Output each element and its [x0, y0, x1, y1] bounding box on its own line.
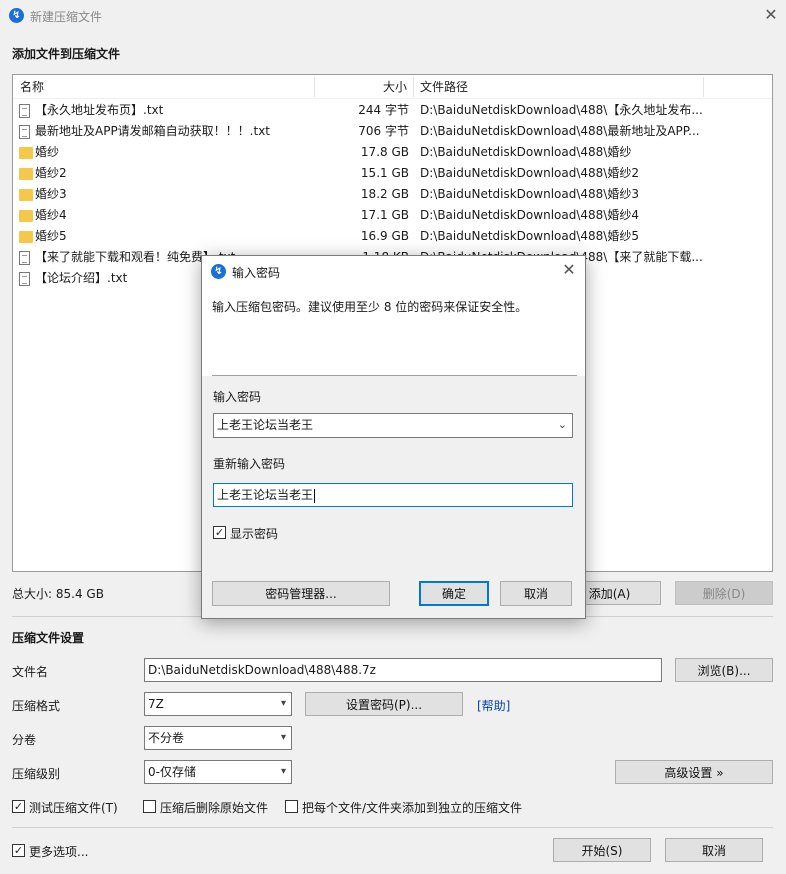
file-path: D:\BaiduNetdiskDownload\488\最新地址及APP... — [420, 124, 700, 138]
file-name: 【永久地址发布页】.txt — [35, 103, 164, 117]
format-select[interactable]: 7Z ▾ — [144, 692, 292, 716]
file-list-row[interactable]: 婚纱4 17.1 GB D:\BaiduNetdiskDownload\488\婚纱… — [13, 205, 772, 226]
confirm-password-label: 重新输入密码 — [213, 457, 286, 471]
file-icon — [19, 251, 30, 265]
file-name: 婚纱4 — [35, 208, 67, 222]
delete-after-checkbox[interactable] — [143, 800, 156, 813]
help-link[interactable]: [帮助] — [477, 697, 510, 714]
col-header-path[interactable]: 文件路径 — [420, 75, 468, 99]
dialog-cancel-button[interactable]: 取消 — [500, 581, 572, 606]
title-bar: ↯ 新建压缩文件 ✕ — [0, 0, 786, 32]
more-options-label: 更多选项... — [29, 845, 89, 859]
filename-label: 文件名 — [12, 665, 49, 679]
file-icon — [19, 272, 30, 286]
dialog-ok-button[interactable]: 确定 — [419, 581, 489, 606]
dialog-message-area: 输入压缩包密码。建议使用至少 8 位的密码来保证安全性。 — [202, 286, 585, 376]
file-path: D:\BaiduNetdiskDownload\488\婚纱4 — [420, 208, 639, 222]
level-select-value: 0-仅存储 — [148, 765, 196, 779]
file-size: 15.1 GB — [360, 166, 409, 180]
file-size: 18.2 GB — [360, 187, 409, 201]
file-size: 16.9 GB — [360, 229, 409, 243]
password-combobox[interactable]: 上老王论坛当老王 ⌄ — [213, 413, 573, 438]
confirm-password-input[interactable]: 上老王论坛当老王 — [213, 483, 573, 507]
folder-icon — [19, 189, 33, 201]
browse-button[interactable]: 浏览(B)... — [675, 658, 773, 682]
password-label: 输入密码 — [213, 390, 262, 404]
add-files-heading: 添加文件到压缩文件 — [12, 47, 121, 61]
chevron-down-icon: ▾ — [280, 766, 286, 777]
advanced-settings-button[interactable]: 高级设置 » — [615, 760, 773, 784]
file-list-row[interactable]: 婚纱 17.8 GB D:\BaiduNetdiskDownload\488\婚纱 — [13, 142, 772, 163]
file-size: 244 字节 — [358, 103, 409, 117]
separate-archives-label: 把每个文件/文件夹添加到独立的压缩文件 — [302, 801, 523, 815]
chevron-down-icon: ▾ — [280, 698, 286, 709]
file-list-row[interactable]: 最新地址及APP请发邮箱自动获取！！！.txt 706 字节 D:\BaiduNet… — [13, 121, 772, 142]
show-password-checkbox[interactable]: ✓ — [213, 526, 226, 539]
volume-select-value: 不分卷 — [148, 731, 185, 745]
settings-heading: 压缩文件设置 — [12, 631, 85, 645]
file-name: 婚纱 — [35, 145, 60, 159]
file-name: 婚纱2 — [35, 166, 67, 180]
total-size: 总大小: 85.4 GB — [12, 587, 104, 601]
level-select[interactable]: 0-仅存储 ▾ — [144, 760, 292, 784]
dialog-message: 输入压缩包密码。建议使用至少 8 位的密码来保证安全性。 — [212, 300, 528, 314]
file-size: 706 字节 — [358, 124, 409, 138]
file-icon — [19, 125, 30, 139]
dialog-title-bar: ↯ 输入密码 ✕ — [202, 256, 585, 286]
password-dialog: ↯ 输入密码 ✕ 输入压缩包密码。建议使用至少 8 位的密码来保证安全性。 输入… — [201, 255, 586, 619]
file-path: D:\BaiduNetdiskDownload\488\婚纱3 — [420, 187, 639, 201]
file-list-header: 名称 大小 文件路径 — [13, 75, 772, 99]
volume-label: 分卷 — [12, 733, 37, 747]
password-manager-button[interactable]: 密码管理器... — [212, 581, 390, 606]
separate-archives-checkbox[interactable] — [285, 800, 298, 813]
set-password-button[interactable]: 设置密码(P)... — [305, 692, 463, 716]
show-password-label: 显示密码 — [230, 527, 279, 541]
dialog-app-icon: ↯ — [211, 264, 226, 279]
file-name: 婚纱3 — [35, 187, 67, 201]
file-size: 17.1 GB — [360, 208, 409, 222]
folder-icon — [19, 210, 33, 222]
confirm-password-value: 上老王论坛当老王 — [217, 488, 314, 502]
chevron-down-icon: ▾ — [280, 732, 286, 743]
level-label: 压缩级别 — [12, 767, 61, 781]
file-name: 最新地址及APP请发邮箱自动获取！！！.txt — [35, 124, 271, 138]
app-icon: ↯ — [9, 8, 24, 23]
file-list-row[interactable]: 婚纱2 15.1 GB D:\BaiduNetdiskDownload\488\婚纱… — [13, 163, 772, 184]
file-path: D:\BaiduNetdiskDownload\488\【永久地址发布... — [420, 103, 703, 117]
window-close-icon[interactable]: ✕ — [762, 5, 780, 25]
file-list-row[interactable]: 婚纱3 18.2 GB D:\BaiduNetdiskDownload\488\婚纱… — [13, 184, 772, 205]
more-options-checkbox[interactable]: ✓ — [12, 844, 25, 857]
folder-icon — [19, 231, 33, 243]
folder-icon — [19, 168, 33, 180]
file-icon — [19, 104, 30, 118]
file-path: D:\BaiduNetdiskDownload\488\婚纱 — [420, 145, 632, 159]
file-path: D:\BaiduNetdiskDownload\488\婚纱2 — [420, 166, 639, 180]
test-archive-checkbox[interactable]: ✓ — [12, 800, 25, 813]
filename-input[interactable]: D:\BaiduNetdiskDownload\488\488.7z — [144, 658, 662, 682]
file-path: D:\BaiduNetdiskDownload\488\婚纱5 — [420, 229, 639, 243]
file-size: 17.8 GB — [360, 145, 409, 159]
password-value: 上老王论坛当老王 — [217, 418, 314, 432]
format-label: 压缩格式 — [12, 699, 61, 713]
file-list-row[interactable]: 婚纱5 16.9 GB D:\BaiduNetdiskDownload\488\婚纱… — [13, 226, 772, 247]
format-select-value: 7Z — [148, 697, 164, 711]
delete-button[interactable]: 删除(D) — [675, 581, 773, 605]
window-title: 新建压缩文件 — [30, 10, 103, 24]
file-list-row[interactable]: 【永久地址发布页】.txt 244 字节 D:\BaiduNetdiskDownlo… — [13, 100, 772, 121]
volume-select[interactable]: 不分卷 ▾ — [144, 726, 292, 750]
col-header-name[interactable]: 名称 — [20, 75, 44, 99]
col-header-size[interactable]: 大小 — [383, 75, 407, 99]
text-cursor — [314, 488, 316, 503]
dialog-close-icon[interactable]: ✕ — [560, 260, 578, 280]
test-archive-label: 测试压缩文件(T) — [29, 801, 118, 815]
file-name: 婚纱5 — [35, 229, 67, 243]
dialog-title: 输入密码 — [232, 266, 281, 280]
chevron-down-icon: ⌄ — [557, 418, 567, 431]
folder-icon — [19, 147, 33, 159]
delete-after-label: 压缩后删除原始文件 — [160, 801, 269, 815]
start-button[interactable]: 开始(S) — [553, 838, 651, 862]
cancel-button[interactable]: 取消 — [665, 838, 763, 862]
